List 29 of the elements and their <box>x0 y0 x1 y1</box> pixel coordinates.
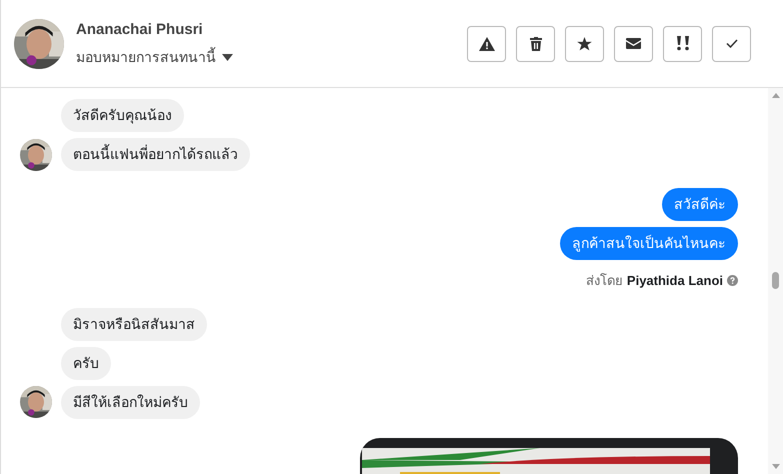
avatar <box>20 386 52 418</box>
incoming-message: มีสีให้เลือกใหม่ครับ <box>61 386 200 418</box>
incoming-message: ครับ <box>61 346 111 380</box>
scroll-thumb[interactable] <box>772 272 779 289</box>
outgoing-message: สวัสดีค่ะ <box>662 188 738 221</box>
trash-icon <box>530 36 542 50</box>
help-icon <box>727 275 738 286</box>
incoming-message: ตอนนี้แฟนพี่อยากได้รถแล้ว <box>61 138 250 171</box>
incoming-message: วัสดีครับคุณน้อง <box>61 99 184 132</box>
sent-by-label: ส่งโดย <box>586 272 623 290</box>
toolbar-button[interactable] <box>614 26 653 62</box>
check-icon <box>726 39 738 48</box>
toolbar-button[interactable] <box>663 26 702 62</box>
toolbar-button[interactable] <box>565 26 604 62</box>
caret-icon <box>222 54 233 61</box>
assign-dropdown[interactable]: มอบหมายการสนทนานี้ <box>76 46 233 68</box>
toolbar-button[interactable] <box>516 26 555 62</box>
sender-name: Piyathida Lanoi <box>626 272 723 290</box>
contact-name: Ananachai Phusri <box>76 20 204 40</box>
incoming-message: มิราจหรือนิสสันมาส <box>61 308 207 340</box>
scrollbar[interactable] <box>768 88 783 474</box>
avatar <box>20 138 52 170</box>
mail-icon <box>626 38 641 49</box>
warning-icon <box>478 36 494 50</box>
outgoing-message: ลูกค้าสนใจเป็นคันไหนคะ <box>560 227 738 260</box>
avatar <box>14 18 64 68</box>
exclamation-icon <box>676 36 690 51</box>
star-icon <box>577 36 592 50</box>
toolbar-button[interactable] <box>467 26 506 62</box>
